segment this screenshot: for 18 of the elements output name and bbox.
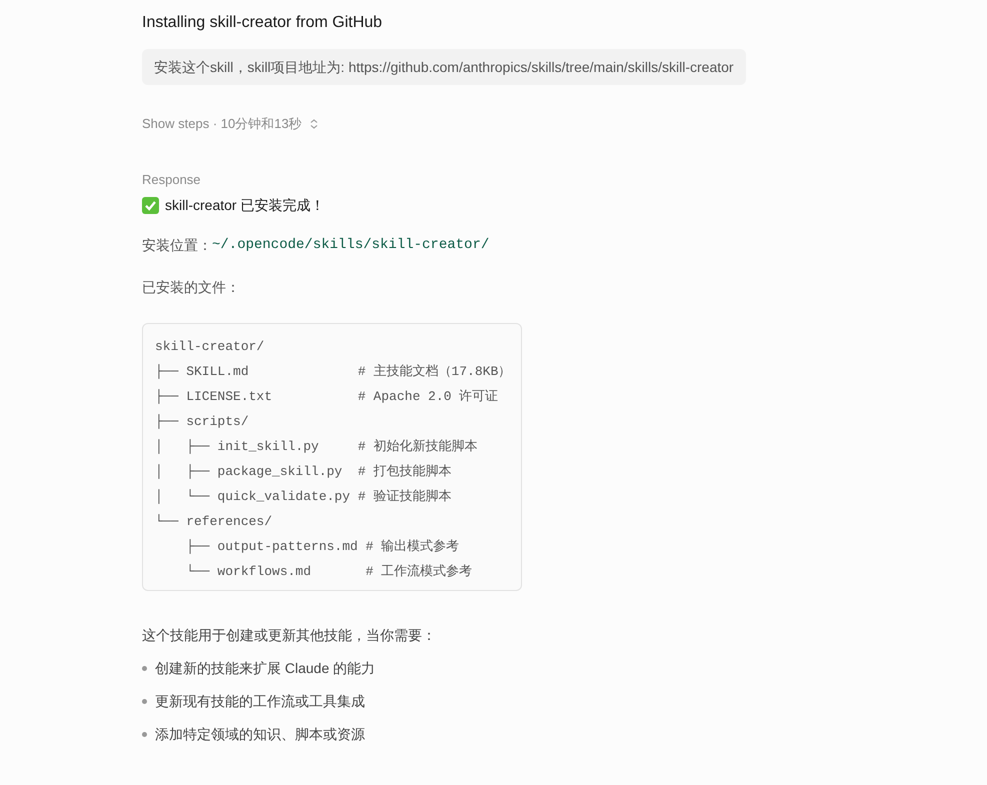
list-item-text: 添加特定领域的知识、脚本或资源 — [155, 725, 365, 744]
show-steps-toggle[interactable]: Show steps · 10分钟和13秒 — [142, 115, 318, 133]
response-headline: skill-creator 已安装完成！ — [165, 196, 324, 214]
response-label: Response — [142, 171, 201, 189]
prompt-message: 安装这个skill，skill项目地址为: https://github.com/anthropics/skills/tree/main/skills/skill-creator — [142, 49, 746, 85]
files-label: 已安装的文件： — [142, 278, 240, 296]
bullet-icon — [142, 732, 147, 737]
location-label: 安装位置： — [142, 236, 212, 254]
check-icon — [142, 196, 159, 214]
chevron-up-down-icon — [310, 119, 318, 129]
code-block: skill-creator/ ├── SKILL.md # 主技能文档（17.8KB） ├── LICENSE.txt # Apache 2.0 许可证 ├── scripts/ │ ├── init_skill.py # 初始化新技能脚本 │ ├── package_skill.py # 打包技能脚本 │ └── quick_validate.py # 验证技能脚本 └── references/ ├── output-patterns.md # 输出模式参考 └── workflows.md # 工作流模式参考 — [142, 323, 522, 591]
list-item-text: 创建新的技能来扩展 Claude 的能力 — [155, 659, 376, 678]
bullet-icon — [142, 699, 147, 704]
location-path: ~/.opencode/skills/skill-creator/ — [212, 236, 490, 254]
summary-text: 这个技能用于创建或更新其他技能，当你需要： — [142, 626, 436, 644]
bullet-icon — [142, 666, 147, 671]
list-item-text: 更新现有技能的工作流或工具集成 — [155, 692, 365, 711]
page-title: Installing skill-creator from GitHub — [142, 13, 382, 33]
